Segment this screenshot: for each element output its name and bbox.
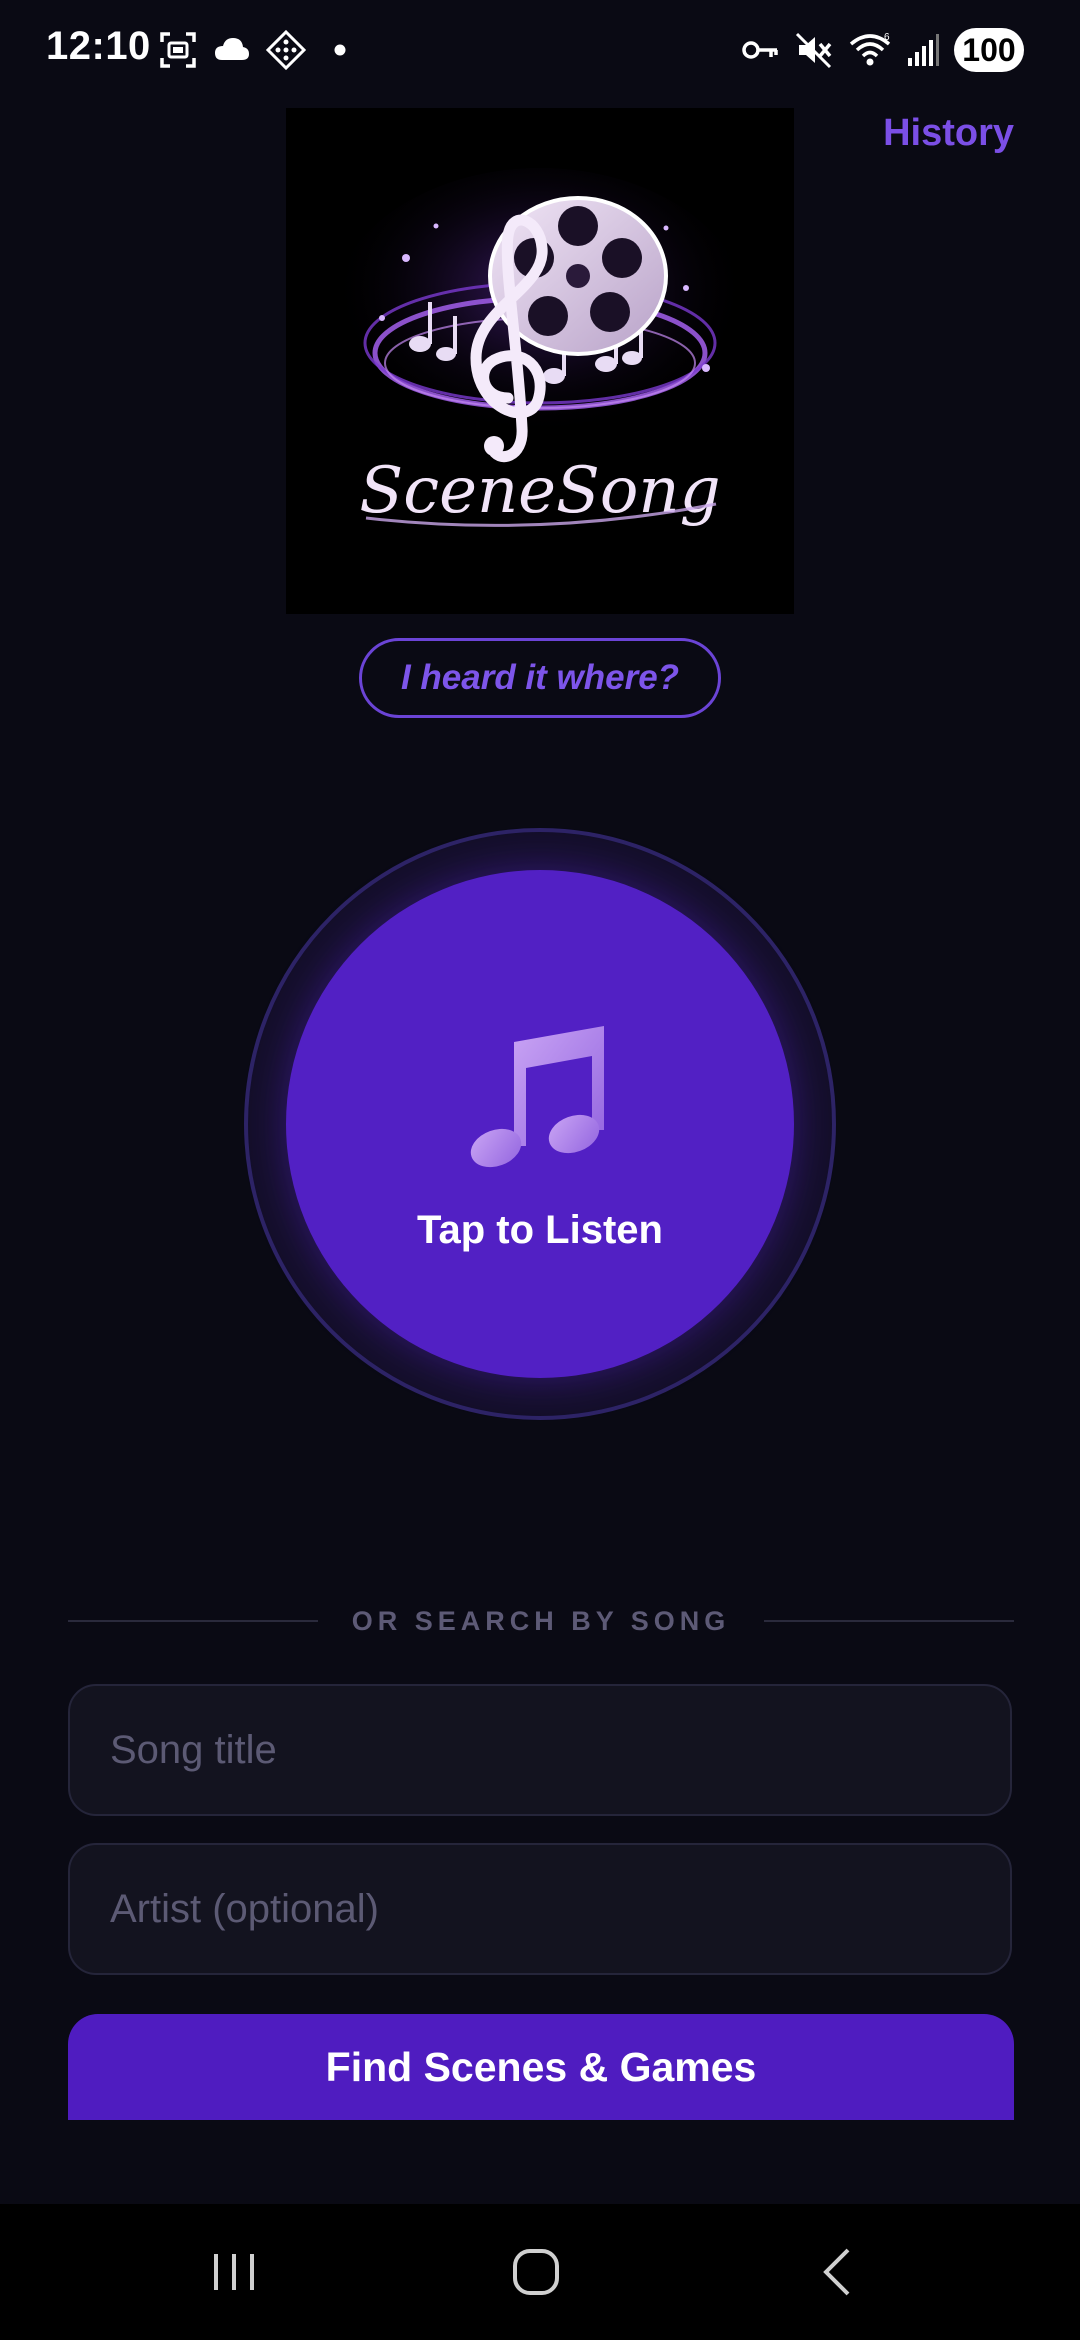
vpn-key-icon bbox=[742, 41, 778, 59]
home-icon bbox=[513, 2249, 559, 2295]
screenshot-icon bbox=[160, 32, 196, 68]
status-left-icons bbox=[158, 30, 360, 70]
listen-label: Tap to Listen bbox=[417, 1208, 663, 1252]
svg-text:6: 6 bbox=[884, 32, 890, 43]
divider-line-left bbox=[68, 1620, 318, 1622]
recents-icon bbox=[214, 2254, 254, 2290]
dot-icon bbox=[334, 44, 346, 56]
app-logo: SceneSong bbox=[286, 108, 794, 614]
nav-home-button[interactable] bbox=[436, 2204, 636, 2340]
music-note-icon bbox=[470, 1026, 604, 1168]
divider-line-right bbox=[764, 1620, 1015, 1622]
mute-icon bbox=[795, 32, 832, 69]
status-time: 12:10 bbox=[46, 24, 151, 68]
song-title-input[interactable] bbox=[68, 1684, 1012, 1816]
history-button[interactable]: History bbox=[883, 112, 1014, 155]
battery-indicator: 100 bbox=[954, 28, 1024, 72]
artist-input[interactable] bbox=[68, 1843, 1012, 1975]
signal-icon bbox=[908, 34, 939, 66]
status-bar: 12:10 6 100 bbox=[0, 0, 1080, 100]
back-icon bbox=[823, 2248, 850, 2296]
status-right-icons: 6 100 bbox=[740, 28, 1024, 72]
system-nav-bar bbox=[0, 2204, 1080, 2340]
tap-to-listen-button[interactable]: Tap to Listen bbox=[286, 870, 794, 1378]
logo-wordmark: SceneSong bbox=[359, 454, 720, 528]
diamond-app-icon bbox=[266, 30, 306, 70]
search-divider: OR SEARCH BY SONG bbox=[68, 1598, 1015, 1644]
nav-back-button[interactable] bbox=[738, 2204, 938, 2340]
find-scenes-games-button[interactable]: Find Scenes & Games bbox=[68, 2014, 1014, 2120]
cloud-icon bbox=[215, 38, 249, 60]
wifi-icon: 6 bbox=[849, 32, 891, 66]
nav-recents-button[interactable] bbox=[134, 2204, 334, 2340]
app-screen: 12:10 6 100 History SceneSong I heard it… bbox=[0, 0, 1080, 2340]
tagline-pill: I heard it where? bbox=[359, 638, 721, 718]
search-divider-label: OR SEARCH BY SONG bbox=[351, 1605, 731, 1636]
